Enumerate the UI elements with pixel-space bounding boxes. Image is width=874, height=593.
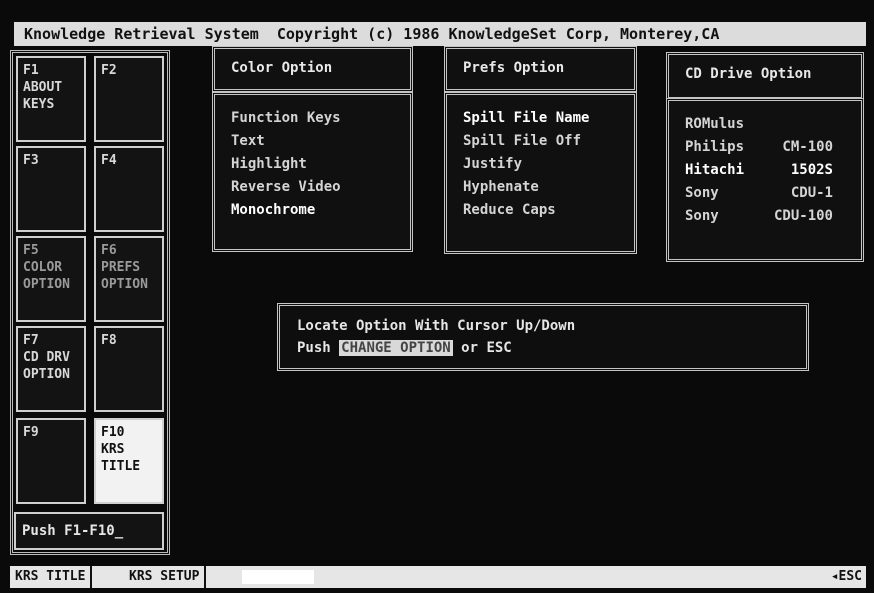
color-option-header: Color Option bbox=[212, 46, 413, 92]
cd-drive-row-selected[interactable]: Hitachi 1502S bbox=[685, 159, 861, 182]
cd-drive-brand: Sony bbox=[685, 208, 719, 224]
fkey-f7[interactable]: F7 CD DRV OPTION bbox=[16, 326, 86, 412]
instruction-suffix: or ESC bbox=[452, 340, 512, 356]
color-option-item[interactable]: Highlight bbox=[231, 153, 410, 176]
cd-drive-brand: Hitachi bbox=[685, 162, 745, 178]
status-tab-krs-title[interactable]: KRS TITLE bbox=[10, 566, 93, 588]
cd-drive-model bbox=[763, 113, 833, 136]
fkey-f2[interactable]: F2 bbox=[94, 56, 164, 142]
fkey-f8[interactable]: F8 bbox=[94, 326, 164, 412]
cd-drive-brand: Philips bbox=[685, 139, 745, 155]
color-option-item-selected[interactable]: Monochrome bbox=[231, 199, 410, 222]
instruction-line-2: Push CHANGE OPTION or ESC bbox=[297, 337, 806, 359]
instruction-box: Locate Option With Cursor Up/Down Push C… bbox=[277, 303, 809, 371]
esc-button[interactable]: ◂ESC bbox=[831, 566, 862, 588]
prefs-option-item[interactable]: Hyphenate bbox=[463, 176, 634, 199]
prefs-option-item[interactable]: Justify bbox=[463, 153, 634, 176]
status-field bbox=[242, 570, 314, 584]
fkey-f10[interactable]: F10 KRS TITLE bbox=[94, 418, 164, 504]
color-option-item[interactable]: Reverse Video bbox=[231, 176, 410, 199]
prefs-option-panel: Spill File Name Spill File Off Justify H… bbox=[444, 92, 637, 254]
prefs-option-item[interactable]: Spill File Off bbox=[463, 130, 634, 153]
cd-drive-option-panel: ROMulus Philips CM-100 Hitachi 1502S Son… bbox=[666, 98, 864, 262]
status-tab-krs-setup[interactable]: KRS SETUP bbox=[124, 566, 207, 588]
cd-drive-model: CDU-1 bbox=[790, 185, 833, 201]
cd-drive-option-header: CD Drive Option bbox=[666, 52, 864, 100]
cd-drive-row[interactable]: Sony CDU-100 bbox=[685, 205, 861, 228]
change-option-highlight[interactable]: CHANGE OPTION bbox=[339, 340, 453, 356]
fkey-f4[interactable]: F4 bbox=[94, 146, 164, 232]
color-option-panel: Function Keys Text Highlight Reverse Vid… bbox=[212, 92, 413, 252]
instruction-prefix: Push bbox=[297, 340, 340, 356]
cd-drive-model: CM-100 bbox=[782, 139, 833, 155]
cd-drive-model: 1502S bbox=[790, 162, 833, 178]
cd-drive-model: CDU-100 bbox=[773, 208, 833, 224]
prefs-option-item[interactable]: Reduce Caps bbox=[463, 199, 634, 222]
color-option-item[interactable]: Text bbox=[231, 130, 410, 153]
status-bar: KRS TITLE KRS SETUP ◂ESC bbox=[10, 566, 866, 588]
fkey-f5[interactable]: F5 COLOR OPTION bbox=[16, 236, 86, 322]
instruction-line-1: Locate Option With Cursor Up/Down bbox=[297, 318, 576, 334]
cd-drive-row[interactable]: ROMulus bbox=[685, 113, 861, 136]
cd-drive-brand: Sony bbox=[685, 185, 719, 201]
prefs-option-header: Prefs Option bbox=[444, 46, 637, 92]
cd-drive-brand: ROMulus bbox=[685, 116, 745, 132]
fkey-f9[interactable]: F9 bbox=[16, 418, 86, 504]
fkey-f3[interactable]: F3 bbox=[16, 146, 86, 232]
title-bar: Knowledge Retrieval System Copyright (c)… bbox=[14, 22, 866, 46]
cd-drive-row[interactable]: Philips CM-100 bbox=[685, 136, 861, 159]
cd-drive-row[interactable]: Sony CDU-1 bbox=[685, 182, 861, 205]
fkey-f6[interactable]: F6 PREFS OPTION bbox=[94, 236, 164, 322]
color-option-item[interactable]: Function Keys bbox=[231, 107, 410, 130]
command-prompt[interactable]: Push F1-F10_ bbox=[14, 512, 164, 550]
fkey-f1[interactable]: F1 ABOUT KEYS bbox=[16, 56, 86, 142]
prefs-option-item-selected[interactable]: Spill File Name bbox=[463, 107, 634, 130]
